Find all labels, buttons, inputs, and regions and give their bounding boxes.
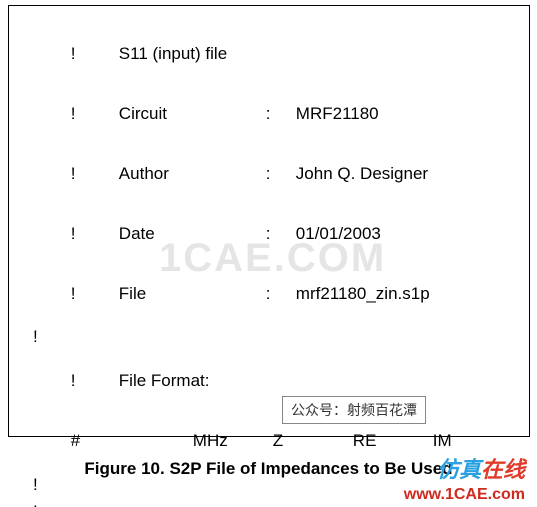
comment-mark: ! (71, 285, 119, 302)
col-z: Z (273, 432, 353, 449)
file-label: File (119, 285, 266, 302)
date-value: 01/01/2003 (296, 225, 381, 242)
blank-comment: ! (33, 328, 509, 345)
comment-mark: ! (71, 105, 119, 122)
file-value: mrf21180_zin.s1p (296, 285, 430, 302)
comment-mark: ! (71, 372, 119, 389)
date-label: Date (119, 225, 266, 242)
colon: : (266, 105, 296, 122)
file-format-label: File Format: (119, 371, 210, 390)
col-im: IM (433, 432, 488, 449)
col-mhz: MHz (193, 432, 273, 449)
colon: : (266, 285, 296, 302)
circuit-line: !Circuit:MRF21180 (33, 88, 509, 139)
hash-mark: # (71, 432, 193, 449)
file-content: !S11 (input) file !Circuit:MRF21180 !Aut… (9, 6, 529, 507)
date-line: !Date:01/01/2003 (33, 208, 509, 259)
author-value: John Q. Designer (296, 165, 428, 182)
figure-caption: Figure 10. S2P File of Impedances to Be … (0, 458, 537, 481)
col-re: RE (353, 432, 433, 449)
file-line: !File:mrf21180_zin.s1p (33, 268, 509, 319)
file-format-line: !File Format: (33, 355, 509, 406)
title-line: !S11 (input) file (33, 28, 509, 79)
colon: : (266, 165, 296, 182)
circuit-value: MRF21180 (296, 105, 379, 122)
colon: : (266, 225, 296, 242)
circuit-label: Circuit (119, 105, 266, 122)
file-listing-box: 1CAE.COM !S11 (input) file !Circuit:MRF2… (8, 5, 530, 437)
blank-comment: ! (33, 503, 509, 507)
comment-mark: ! (71, 225, 119, 242)
author-line: !Author:John Q. Designer (33, 148, 509, 199)
author-label: Author (119, 165, 266, 182)
title-text: S11 (input) file (119, 45, 266, 62)
comment-mark: ! (71, 45, 119, 62)
wechat-watermark: 公众号：射频百花潭 (282, 396, 426, 424)
comment-mark: ! (71, 165, 119, 182)
